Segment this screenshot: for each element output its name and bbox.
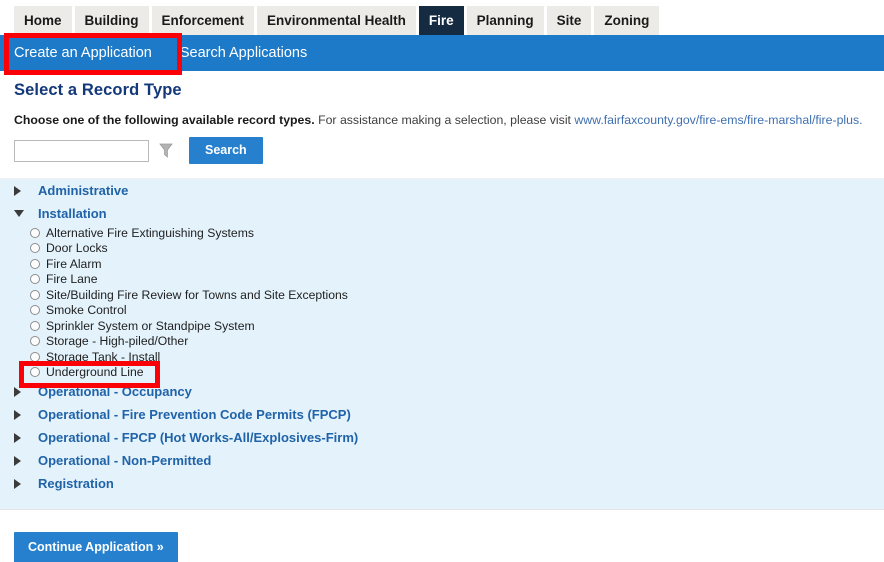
record-type-label: Door Locks [46,241,108,256]
radio-button[interactable] [30,320,40,331]
record-type-label: Storage - High-piled/Other [46,334,189,349]
record-type-option-storage-high-piled-other[interactable]: Storage - High-piled/Other [30,334,884,350]
module-tab-site[interactable]: Site [546,6,592,35]
record-type-option-site-building-fire-review-for-towns-and-site-exceptions[interactable]: Site/Building Fire Review for Towns and … [30,287,884,303]
record-type-option-underground-line[interactable]: Underground Line [30,365,884,381]
chevron-right-icon [14,185,28,196]
record-type-panel: Administrative Installation Alternative Fi… [0,178,884,510]
chevron-right-icon [14,386,28,397]
record-type-label: Underground Line [46,365,144,380]
record-group-header-operational-fpcp-hot-works-all-explosives-firm[interactable]: Operational - FPCP (Hot Works-All/Explos… [14,426,884,449]
record-group-label: Operational - Occupancy [38,384,192,399]
module-tab-fire[interactable]: Fire [418,6,464,44]
continue-application-button[interactable]: Continue Application » [14,532,178,562]
record-group-label: Operational - Fire Prevention Code Permi… [38,407,351,422]
record-type-option-fire-lane[interactable]: Fire Lane [30,272,884,288]
radio-button[interactable] [30,351,40,362]
instructions-text: Choose one of the following available re… [14,112,880,129]
record-type-option-smoke-control[interactable]: Smoke Control [30,303,884,319]
radio-button[interactable] [30,336,40,347]
module-tab-label: Enforcement [161,13,245,29]
instructions-bold: Choose one of the following available re… [14,113,315,127]
funnel-icon[interactable] [159,143,173,159]
record-type-label: Site/Building Fire Review for Towns and … [46,287,348,302]
chevron-down-icon [14,210,28,217]
record-group-label: Operational - Non-Permitted [38,453,212,468]
record-type-label: Fire Lane [46,272,98,287]
application-root: Home Building Enforcement Environmental Hea… [0,0,884,562]
record-type-option-storage-tank-install[interactable]: Storage Tank - Install [30,349,884,365]
module-tab-label: Home [24,13,62,29]
radio-button[interactable] [30,227,40,238]
module-tab-label: Environmental Health [267,13,406,29]
page-title: Select a Record Type [14,81,182,99]
record-type-label: Smoke Control [46,303,127,318]
subnav-item-search-applications[interactable]: Search Applications [166,35,321,71]
fire-plus-link[interactable]: www.fairfaxcounty.gov/fire-ems/fire-mars… [574,113,862,127]
module-tab-label: Fire [428,13,454,29]
module-tab-enforcement[interactable]: Enforcement [151,6,255,35]
record-group-header-registration[interactable]: Registration [14,472,884,495]
record-group-header-operational-fire-prevention-code-permits-fpcp[interactable]: Operational - Fire Prevention Code Permi… [14,403,884,426]
search-row: Search [14,137,263,164]
record-type-label: Alternative Fire Extinguishing Systems [46,225,254,240]
record-group-header-operational-occupancy[interactable]: Operational - Occupancy [14,380,884,403]
radio-button[interactable] [30,258,40,269]
radio-button[interactable] [30,305,40,316]
record-group-label: Operational - FPCP (Hot Works-All/Explos… [38,430,359,445]
module-tab-label: Building [84,13,139,29]
record-group-label: Administrative [38,183,129,198]
chevron-right-icon [14,455,28,466]
record-type-option-fire-alarm[interactable]: Fire Alarm [30,256,884,272]
module-tab-label: Site [556,13,582,29]
record-group-items-installation: Alternative Fire Extinguishing Systems Do… [14,225,884,380]
module-tab-label: Planning [476,13,534,29]
record-group-header-administrative[interactable]: Administrative [14,179,884,202]
record-type-accordion: Administrative Installation Alternative Fi… [0,179,884,495]
record-type-option-door-locks[interactable]: Door Locks [30,241,884,257]
record-type-option-sprinkler-system-or-standpipe-system[interactable]: Sprinkler System or Standpipe System [30,318,884,334]
module-tab-strip: Home Building Enforcement Environmental Hea… [0,0,884,44]
record-type-label: Storage Tank - Install [46,349,161,364]
record-group-header-operational-non-permitted[interactable]: Operational - Non-Permitted [14,449,884,472]
module-tab-environmental-health[interactable]: Environmental Health [257,6,416,35]
module-tab-planning[interactable]: Planning [466,6,544,35]
search-input[interactable] [14,139,149,162]
chevron-right-icon [14,478,28,489]
record-type-label: Fire Alarm [46,256,102,271]
module-tab-label: Zoning [604,13,650,29]
sub-navigation-bar: Create an Application Search Applications [0,35,884,71]
search-button[interactable]: Search [189,137,263,164]
chevron-right-icon [14,432,28,443]
record-group-label: Registration [38,476,114,491]
record-group-header-installation[interactable]: Installation [14,202,884,225]
record-type-label: Sprinkler System or Standpipe System [46,318,255,333]
module-tab-home[interactable]: Home [14,6,72,35]
instructions-rest: For assistance making a selection, pleas… [318,113,571,127]
record-group-label: Installation [38,206,107,221]
radio-button[interactable] [30,367,40,378]
radio-button[interactable] [30,274,40,285]
radio-button[interactable] [30,243,40,254]
subnav-item-create-an-application[interactable]: Create an Application [0,35,166,71]
module-tab-building[interactable]: Building [74,6,149,35]
chevron-right-icon [14,409,28,420]
record-type-option-alternative-fire-extinguishing-systems[interactable]: Alternative Fire Extinguishing Systems [30,225,884,241]
radio-button[interactable] [30,289,40,300]
module-tab-zoning[interactable]: Zoning [594,6,660,35]
